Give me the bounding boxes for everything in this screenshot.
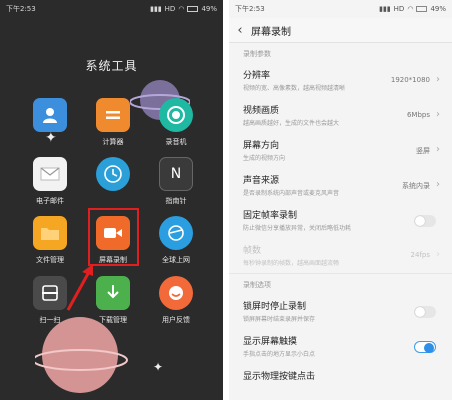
setting-show-touch[interactable]: 显示屏幕触摸 手指点击的地方显示小白点 (229, 329, 452, 364)
setting-title: 帧数 (243, 246, 262, 256)
status-time: 下午2:53 (235, 5, 265, 13)
setting-value: 24fps (410, 251, 430, 259)
setting-sound-source[interactable]: 声音来源 是否录制系统内部声音或麦克风声音 系统内录 › (229, 168, 452, 203)
app-label: 扫一扫 (39, 316, 61, 324)
setting-show-keys[interactable]: 显示物理按键点击 (229, 364, 452, 399)
download-icon (96, 276, 130, 310)
app-user-feedback[interactable]: 用户反馈 (151, 276, 201, 325)
setting-description: 越高画质越好，生成的文件也会越大 (243, 120, 340, 127)
setting-description: 生成的视频方向 (243, 155, 286, 162)
app-label: 计算器 (102, 138, 124, 146)
home-screen: 下午2:53 ▮▮▮ HD ◠ 49% ✦ ✦ 系统工具 计算器 录音机 电子邮… (0, 0, 223, 400)
app-compass[interactable]: N 指南针 (151, 157, 201, 206)
setting-resolution[interactable]: 分辨率 视频的宽、高像素数，越高视频越清晰 1920*1080 › (229, 63, 452, 98)
app-contacts[interactable] (25, 98, 75, 137)
setting-description: 视频的宽、高像素数，越高视频越清晰 (243, 85, 346, 92)
page-title: 屏幕录制 (251, 26, 291, 38)
battery-level: 49% (430, 5, 446, 13)
clock-icon (96, 157, 130, 191)
calculator-icon (96, 98, 130, 132)
folder-icon (33, 216, 67, 250)
battery-icon (416, 6, 428, 12)
feedback-icon (159, 276, 193, 310)
section-header-params: 录制参数 (243, 50, 271, 58)
status-time: 下午2:53 (6, 5, 36, 13)
setting-description: 每秒钟录制的帧数，越高画面越流畅 (243, 260, 340, 267)
app-file-manager[interactable]: 文件管理 (25, 216, 75, 265)
app-label: 电子邮件 (36, 197, 64, 205)
setting-title: 固定帧率录制 (243, 211, 298, 221)
highlight-box (88, 208, 139, 266)
back-arrow-icon[interactable]: ‹ (229, 23, 251, 38)
status-bar: 下午2:53 ▮▮▮ HD ◠ 49% (0, 0, 223, 18)
setting-orientation[interactable]: 屏幕方向 生成的视频方向 竖屏 › (229, 133, 452, 168)
app-bar: ‹ 屏幕录制 (229, 18, 452, 43)
battery-icon (187, 6, 199, 12)
setting-value: 1920*1080 (390, 76, 430, 84)
mail-icon (33, 157, 67, 191)
chevron-right-icon: › (436, 179, 440, 190)
folder-title: 系统工具 (85, 59, 138, 73)
chevron-right-icon: › (436, 144, 440, 155)
hd-indicator: HD (393, 5, 405, 13)
setting-title: 显示屏幕触摸 (243, 337, 298, 347)
app-label: 全球上网 (162, 256, 190, 264)
chevron-right-icon: › (436, 74, 440, 85)
app-calculator[interactable]: 计算器 (88, 98, 138, 147)
toggle-knob (424, 342, 434, 353)
recorder-icon (159, 98, 193, 132)
setting-title: 显示物理按键点击 (243, 372, 316, 382)
chevron-right-icon: › (436, 109, 440, 120)
compass-icon: N (159, 157, 193, 191)
wifi-icon: ◠ (407, 5, 414, 13)
contacts-icon (33, 98, 67, 132)
setting-title: 屏幕方向 (243, 141, 280, 151)
screen-recording-settings: 下午2:53 ▮▮▮ HD ◠ 49% ‹ 屏幕录制 录制参数 分辨率 视频的宽… (229, 0, 452, 400)
setting-description: 防止微信分享播放异常，关闭后略低功耗 (243, 225, 352, 232)
app-label: 指南针 (165, 197, 187, 205)
toggle-knob (415, 307, 425, 317)
signal-icon: ▮▮▮ (150, 5, 162, 13)
status-bar: 下午2:53 ▮▮▮ HD ◠ 49% (229, 0, 452, 18)
app-recorder[interactable]: 录音机 (151, 98, 201, 147)
sparkle-decoration: ✦ (153, 360, 164, 374)
setting-lock-stop[interactable]: 锁屏时停止录制 锁屏屏幕时结束录屏并保存 (229, 294, 452, 329)
app-clock[interactable] (88, 157, 138, 196)
setting-value: 竖屏 (416, 147, 430, 155)
toggle-knob (415, 216, 425, 226)
red-arrow-annotation (66, 264, 93, 311)
setting-value: 6Mbps (406, 111, 430, 119)
setting-value: 系统内录 (402, 182, 430, 190)
setting-video-quality[interactable]: 视频画质 越高画质越好，生成的文件也会越大 6Mbps › (229, 98, 452, 133)
chevron-right-icon: › (436, 249, 440, 260)
battery-level: 49% (201, 5, 217, 13)
signal-icon: ▮▮▮ (379, 5, 391, 13)
app-global-internet[interactable]: 全球上网 (151, 216, 201, 265)
hd-indicator: HD (164, 5, 176, 13)
globe-plane-icon (159, 216, 193, 250)
lock-stop-toggle[interactable] (414, 306, 436, 318)
app-label: 用户反馈 (162, 316, 190, 324)
app-label: 录音机 (165, 138, 187, 146)
show-touch-toggle[interactable] (414, 341, 436, 353)
app-email[interactable]: 电子邮件 (25, 157, 75, 206)
setting-fps: 帧数 每秒钟录制的帧数，越高画面越流畅 24fps › (229, 238, 452, 273)
setting-description: 手指点击的地方显示小白点 (243, 351, 316, 358)
app-label: 下载管理 (99, 316, 127, 324)
section-header-options: 录制选项 (243, 281, 271, 289)
wifi-icon: ◠ (178, 5, 185, 13)
setting-fixed-fps[interactable]: 固定帧率录制 防止微信分享播放异常，关闭后略低功耗 (229, 203, 452, 238)
fixed-fps-toggle[interactable] (414, 215, 436, 227)
setting-description: 锁屏屏幕时结束录屏并保存 (243, 316, 316, 323)
setting-title: 锁屏时停止录制 (243, 302, 307, 312)
